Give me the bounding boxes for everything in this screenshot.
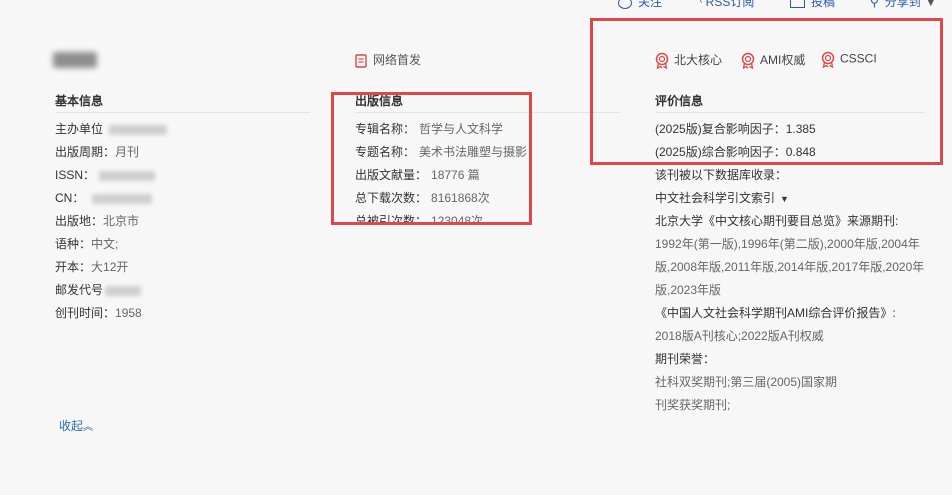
honors-line-2: 刊奖获奖期刊; [655, 398, 731, 412]
place-row: 出版地：北京市 [55, 214, 140, 228]
caret-down-icon: ▼ [924, 0, 937, 9]
ami-title: 《中国人文社会科学期刊AMI综合评价报告》: [655, 306, 896, 320]
cssci-dropdown[interactable]: 中文社会科学引文索引 ▼ [655, 187, 789, 211]
eye-icon [618, 0, 632, 9]
cn-row: CN： [55, 187, 153, 210]
pku-core-title: 北京大学《中文核心期刊要目总览》来源期刊: [655, 214, 899, 228]
language-row: 语种：中文; [55, 237, 119, 251]
basic-info-heading: 基本信息 [55, 92, 310, 113]
double-chevron-up-icon: ︽ [83, 422, 94, 433]
share-button[interactable]: ⚲ 分享到 ▼ [870, 0, 937, 10]
pku-core-years-1: 1992年(第一版),1996年(第二版),2000年版,2004年 [655, 237, 920, 251]
postal-code-row: 邮发代号 [55, 279, 142, 302]
honors-line-1: 社科双奖期刊;第三届(2005)国家期 [655, 375, 838, 389]
image-icon [790, 0, 805, 9]
caret-down-icon: ▼ [780, 194, 789, 204]
submit-button[interactable]: 投稿 [790, 0, 835, 10]
highlight-box-evaluation [590, 18, 943, 165]
ami-value: 2018版A刊核心;2022版A刊权威 [655, 329, 824, 343]
pku-core-years-2: 版,2008年版,2011年版,2014年版,2017年版,2020年 [655, 260, 925, 274]
period-row: 出版周期：月刊 [55, 145, 140, 159]
share-icon: ⚲ [870, 0, 879, 9]
journal-title-blurred [53, 52, 97, 68]
issn-blurred [99, 170, 156, 181]
sponsor-row: 主办单位 [55, 118, 168, 141]
indexed-by-label: 该刊被以下数据库收录： [655, 168, 788, 182]
rss-icon: ◝ [697, 0, 702, 9]
pku-core-years-3: 版,2023年版 [655, 283, 722, 297]
cn-blurred [92, 193, 153, 204]
founded-row: 创刊时间：1958 [55, 306, 142, 320]
format-row: 开本：大12开 [55, 260, 129, 274]
online-first-tag: 网络首发 [355, 51, 421, 68]
highlight-box-publication [331, 92, 532, 225]
sponsor-blurred [109, 124, 168, 135]
postal-code-blurred [105, 285, 142, 296]
collapse-link[interactable]: 收起︽ [59, 415, 93, 439]
follow-button[interactable]: 关注 [618, 0, 662, 10]
document-icon [355, 54, 367, 68]
honors-title: 期刊荣誉： [655, 352, 716, 366]
rss-button[interactable]: ◝ RSS订阅 [697, 0, 754, 10]
top-toolbar: 关注 ◝ RSS订阅 投稿 ⚲ 分享到 ▼ [600, 0, 952, 12]
issn-row: ISSN： [55, 164, 156, 187]
